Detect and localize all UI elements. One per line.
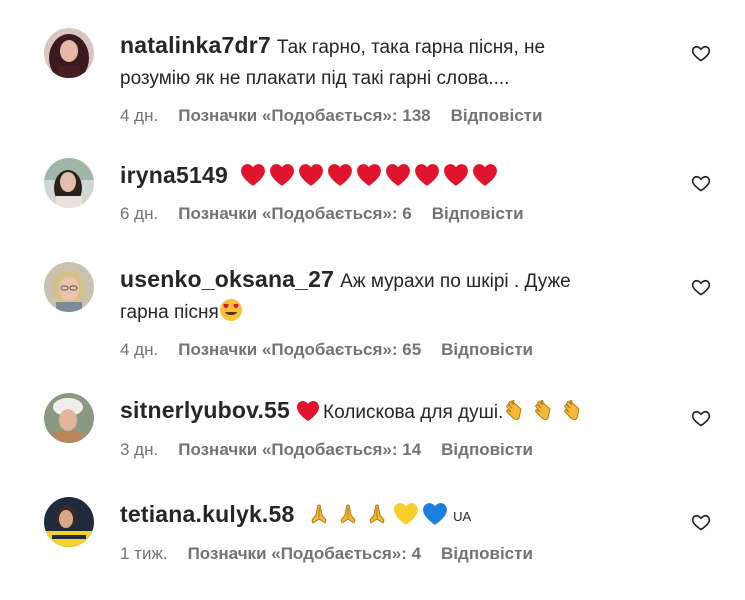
comment-username[interactable]: tetiana.kulyk.58 xyxy=(120,501,295,527)
comment-text-continued: розумію як не плакати під такі гарні сло… xyxy=(120,68,510,89)
comment-username[interactable]: sitnerlyubov.55 xyxy=(120,397,290,423)
like-heart-icon[interactable] xyxy=(688,509,714,535)
reply-button[interactable]: Відповісти xyxy=(441,440,533,460)
red-heart-emoji xyxy=(443,164,468,186)
red-heart-emoji xyxy=(472,164,497,186)
red-heart-emoji xyxy=(385,164,410,186)
reply-button[interactable]: Відповісти xyxy=(451,106,543,126)
folded-hands-emoji xyxy=(369,504,385,524)
clapping-hands-emoji xyxy=(564,400,580,420)
comment-text-continued: гарна пісня xyxy=(120,302,219,323)
avatar[interactable] xyxy=(44,262,94,312)
clapping-hands-emoji xyxy=(506,400,522,420)
emoji-row: UA xyxy=(306,503,472,527)
comment-meta: 4 дн. Позначки «Подобається»: 138 Відпов… xyxy=(120,106,640,126)
comment-text: Колискова для душі. xyxy=(323,402,504,423)
comment-meta: 3 дн. Позначки «Подобається»: 14 Відпові… xyxy=(120,440,640,460)
likes-count-link[interactable]: Позначки «Подобається»: 4 xyxy=(188,544,421,564)
comment-text: Аж мурахи по шкірі . Дуже xyxy=(340,271,571,292)
heart-eyes-emoji xyxy=(219,299,242,321)
comment-username[interactable]: iryna5149 xyxy=(120,162,228,188)
avatar[interactable] xyxy=(44,497,94,547)
red-heart-emoji xyxy=(356,164,381,186)
comment-meta: 4 дн. Позначки «Подобається»: 65 Відпові… xyxy=(120,340,640,360)
reply-button[interactable]: Відповісти xyxy=(432,204,524,224)
avatar[interactable] xyxy=(44,393,94,443)
comment-text: Так гарно, така гарна пісня, не xyxy=(276,37,546,58)
red-heart-emoji xyxy=(297,401,320,421)
comment-time: 3 дн. xyxy=(120,440,159,459)
folded-hands-emoji xyxy=(340,504,356,524)
red-heart-emoji xyxy=(414,164,439,186)
red-heart-emoji xyxy=(298,164,323,186)
comment-username[interactable]: usenko_oksana_27 xyxy=(120,266,334,292)
reply-button[interactable]: Відповісти xyxy=(441,340,533,360)
comment-time: 6 дн. xyxy=(120,204,159,223)
comment-time: 4 дн. xyxy=(120,340,159,359)
clapping-hands-emoji xyxy=(535,400,551,420)
likes-count-link[interactable]: Позначки «Подобається»: 14 xyxy=(178,440,421,460)
like-heart-icon[interactable] xyxy=(688,274,714,300)
comment-meta: 1 тиж. Позначки «Подобається»: 4 Відпові… xyxy=(120,544,640,564)
likes-count-link[interactable]: Позначки «Подобається»: 65 xyxy=(178,340,421,360)
likes-count-link[interactable]: Позначки «Подобається»: 138 xyxy=(178,106,430,126)
avatar[interactable] xyxy=(44,158,94,208)
emoji-row xyxy=(240,164,501,188)
folded-hands-emoji xyxy=(311,504,327,524)
blue-heart-emoji xyxy=(423,503,447,525)
like-heart-icon[interactable] xyxy=(688,405,714,431)
likes-count-link[interactable]: Позначки «Подобається»: 6 xyxy=(178,204,411,224)
yellow-heart-emoji xyxy=(394,503,418,525)
like-heart-icon[interactable] xyxy=(688,170,714,196)
comments-list: natalinka7dr7 Так гарно, така гарна пісня… xyxy=(0,0,745,600)
avatar[interactable] xyxy=(44,28,94,78)
red-heart-emoji xyxy=(269,164,294,186)
reply-button[interactable]: Відповісти xyxy=(441,544,533,564)
comment-time: 1 тиж. xyxy=(120,544,168,563)
comment-meta: 6 дн. Позначки «Подобається»: 6 Відповіс… xyxy=(120,204,640,224)
comment-time: 4 дн. xyxy=(120,106,159,125)
red-heart-emoji xyxy=(240,164,265,186)
red-heart-emoji xyxy=(327,164,352,186)
comment-username[interactable]: natalinka7dr7 xyxy=(120,32,271,58)
like-heart-icon[interactable] xyxy=(688,40,714,66)
ua-flag-text: UA xyxy=(453,509,472,524)
